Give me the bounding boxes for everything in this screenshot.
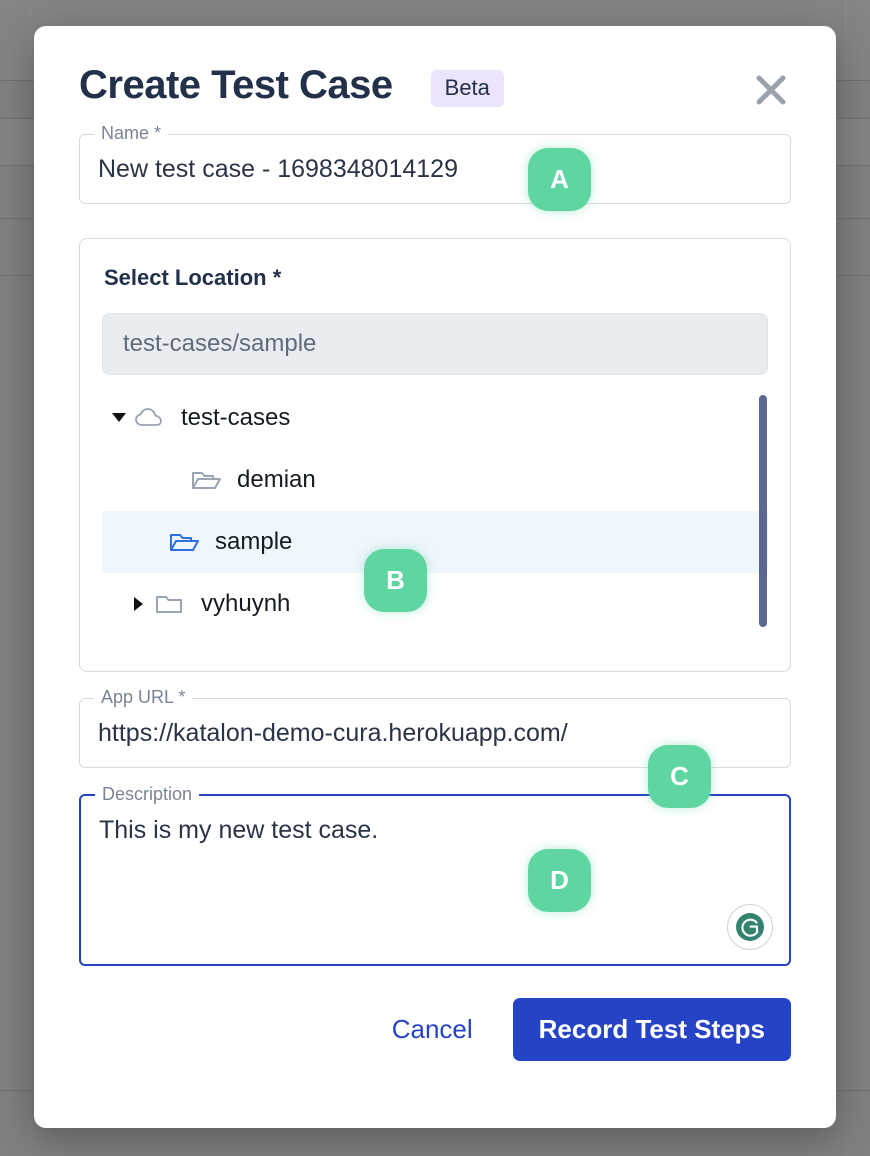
page-title: Create Test Case	[79, 63, 393, 107]
app-url-field-value: https://katalon-demo-cura.herokuapp.com/	[98, 718, 568, 747]
folder-open-icon	[166, 530, 202, 554]
background-divider	[845, 0, 846, 1156]
description-field[interactable]: Description This is my new test case.	[79, 785, 791, 966]
background-divider	[30, 0, 31, 1156]
folder-open-icon	[188, 468, 224, 492]
description-field-value: This is my new test case.	[99, 816, 379, 844]
folder-closed-icon	[152, 592, 188, 616]
name-field-label: Name *	[94, 124, 169, 142]
dialog-footer: Cancel Record Test Steps	[79, 998, 791, 1061]
tree-row-label: sample	[215, 528, 293, 555]
location-path-value: test-cases/sample	[123, 330, 317, 357]
annotation-badge-d: D	[528, 849, 591, 912]
name-field[interactable]: Name * New test case - 1698348014129	[79, 124, 791, 204]
cancel-button[interactable]: Cancel	[388, 1004, 477, 1055]
beta-badge: Beta	[430, 69, 504, 107]
tree-row-vyhuynh[interactable]: vyhuynh	[102, 573, 768, 635]
tree-scrollbar-thumb[interactable]	[759, 395, 767, 627]
tree-row-label: vyhuynh	[201, 590, 291, 617]
create-test-case-dialog: Create Test Case Beta Name * New test ca…	[34, 26, 836, 1128]
chevron-down-icon[interactable]	[106, 413, 132, 423]
select-location-card: Select Location * test-cases/sample test…	[79, 238, 791, 672]
annotation-badge-a: A	[528, 148, 591, 211]
annotation-badge-c: C	[648, 745, 711, 808]
description-field-label: Description	[95, 785, 200, 803]
tree-row-test-cases[interactable]: test-cases	[102, 387, 768, 449]
annotation-badge-b: B	[364, 549, 427, 612]
cloud-icon	[132, 406, 168, 430]
close-icon[interactable]	[751, 70, 791, 110]
record-test-steps-button[interactable]: Record Test Steps	[512, 998, 791, 1061]
tree-row-label: test-cases	[181, 404, 291, 431]
grammarly-icon[interactable]	[727, 904, 773, 950]
select-location-label: Select Location *	[104, 265, 282, 290]
dialog-header: Create Test Case Beta	[79, 26, 791, 108]
location-tree: test-cases demian sample vyhuynh	[102, 387, 768, 657]
chevron-right-icon[interactable]	[126, 597, 152, 611]
location-path-input[interactable]: test-cases/sample	[102, 313, 768, 375]
tree-row-sample[interactable]: sample	[102, 511, 768, 573]
tree-row-label: demian	[237, 466, 316, 493]
name-field-value: New test case - 1698348014129	[98, 154, 458, 183]
tree-scrollbar[interactable]	[759, 395, 767, 650]
tree-row-demian[interactable]: demian	[102, 449, 768, 511]
app-url-field-label: App URL *	[94, 688, 193, 706]
